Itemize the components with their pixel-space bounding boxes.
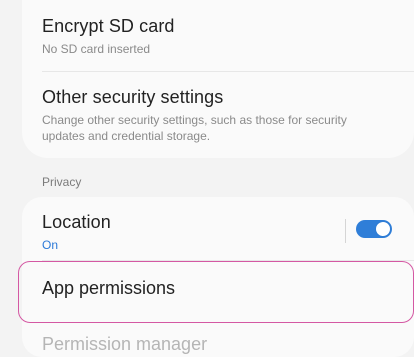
other-security-settings-title: Other security settings <box>42 87 224 107</box>
location-title: Location <box>42 212 111 232</box>
other-security-settings-item[interactable]: Other security settings Change other sec… <box>42 86 372 144</box>
encrypt-sd-card-subtitle: No SD card inserted <box>42 42 151 56</box>
security-settings-card: Encrypt SD card No SD card inserted Othe… <box>22 0 414 158</box>
encrypt-sd-card-title: Encrypt SD card <box>42 16 175 36</box>
location-status: On <box>42 238 59 252</box>
other-security-settings-subtitle: Change other security settings, such as … <box>42 113 347 143</box>
privacy-section-header: Privacy <box>42 175 82 189</box>
faded-next-item: Permission manager <box>42 334 208 354</box>
location-toggle[interactable] <box>356 220 392 238</box>
privacy-settings-card: Location On App permissions Permission m… <box>22 197 414 357</box>
location-item[interactable]: Location On <box>42 211 394 253</box>
location-vertical-divider <box>345 219 346 243</box>
encrypt-sd-card-item[interactable]: Encrypt SD card No SD card inserted <box>42 15 394 57</box>
security-divider <box>42 71 414 72</box>
app-permissions-item[interactable]: App permissions <box>42 277 175 299</box>
location-divider <box>42 260 414 261</box>
location-toggle-knob <box>376 222 390 236</box>
